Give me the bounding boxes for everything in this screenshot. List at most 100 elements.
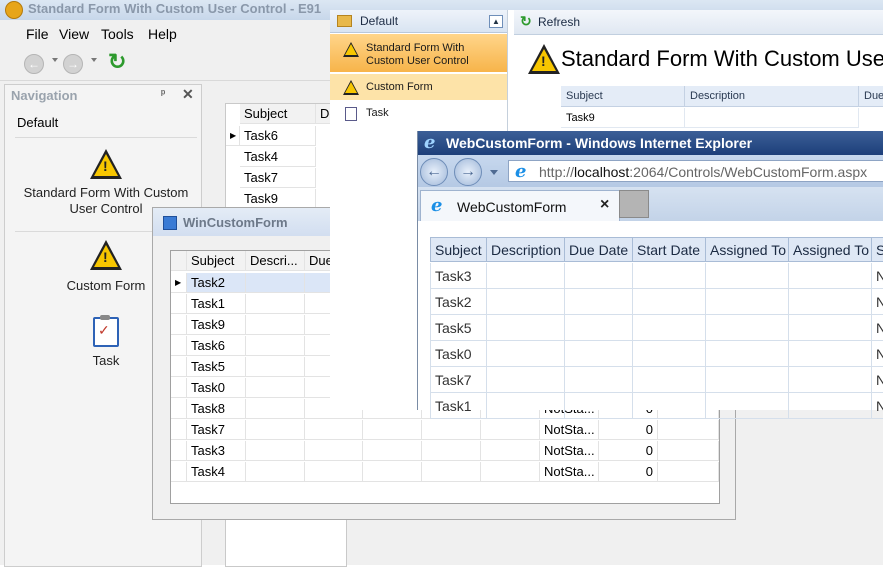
column-header-6[interactable]: S — [872, 237, 883, 262]
web-nav-item-task[interactable]: Task — [330, 102, 507, 128]
table-cell — [789, 367, 872, 393]
forward-arrow-icon[interactable]: → — [454, 158, 482, 186]
column-header-3[interactable]: Start Date — [633, 237, 706, 262]
close-tab-icon[interactable]: × — [600, 196, 609, 214]
column-header-subject[interactable]: Subject — [187, 251, 246, 271]
table-cell[interactable] — [422, 441, 481, 461]
table-row[interactable]: Task7 — [240, 168, 316, 188]
table-row[interactable]: Task6 — [240, 126, 316, 146]
table-cell-status[interactable]: N — [872, 289, 883, 315]
column-header-subject[interactable]: Subject — [561, 86, 685, 107]
table-cell[interactable] — [363, 441, 422, 461]
table-cell[interactable] — [481, 441, 540, 461]
ie-tab-webcustomform[interactable]: e WebCustomForm × — [420, 190, 620, 221]
table-cell-status[interactable]: N — [872, 263, 883, 289]
table-cell-status[interactable]: NotSta... — [540, 441, 599, 461]
column-header-description[interactable]: Description — [685, 86, 859, 107]
table-row[interactable]: Task7 — [187, 420, 246, 440]
table-row[interactable]: Task9 — [561, 108, 685, 128]
table-row[interactable]: Task5 — [430, 315, 487, 341]
table-cell-value[interactable]: 0 — [599, 441, 658, 461]
table-cell[interactable] — [658, 441, 719, 461]
table-cell[interactable] — [305, 462, 363, 482]
table-row[interactable]: Task4 — [240, 147, 316, 167]
column-header-due[interactable]: Due — [859, 86, 883, 107]
table-row[interactable]: Task3 — [187, 441, 246, 461]
table-row[interactable]: Task2 — [430, 289, 487, 315]
table-row[interactable]: Task7 — [430, 367, 487, 393]
column-header-4[interactable]: Assigned To — [706, 237, 789, 262]
forward-arrow-icon[interactable]: → — [63, 54, 83, 74]
table-cell-value[interactable]: 0 — [599, 420, 658, 440]
table-cell-status[interactable]: N — [872, 341, 883, 367]
navigation-group-default[interactable]: Default — [17, 115, 58, 130]
web-nav-item-custom-form[interactable]: Custom Form — [330, 74, 507, 100]
back-arrow-icon[interactable]: ← — [24, 54, 44, 74]
refresh-icon[interactable]: ↻ — [108, 51, 128, 73]
table-cell[interactable] — [246, 357, 305, 377]
table-cell-status[interactable]: NotSta... — [540, 462, 599, 482]
new-tab-button[interactable] — [619, 190, 649, 218]
table-cell[interactable] — [658, 420, 719, 440]
back-arrow-icon[interactable]: ← — [420, 158, 448, 186]
web-nav-item-standard-form[interactable]: Standard Form With Custom User Control — [330, 34, 507, 72]
refresh-icon[interactable]: ↻ — [520, 13, 532, 30]
table-row[interactable]: Task4 — [187, 462, 246, 482]
table-cell[interactable] — [246, 441, 305, 461]
table-cell-status[interactable]: N — [872, 315, 883, 341]
table-cell-status[interactable]: NotSta... — [540, 420, 599, 440]
table-row[interactable]: Task6 — [187, 336, 246, 356]
pin-icon[interactable]: ᵖ — [161, 88, 165, 100]
forward-dropdown-icon[interactable] — [91, 58, 97, 62]
table-cell-status[interactable]: N — [872, 367, 883, 393]
table-cell[interactable] — [246, 378, 305, 398]
column-header-1[interactable]: Description — [487, 237, 565, 262]
column-header-0[interactable]: Subject — [430, 237, 487, 262]
refresh-button[interactable]: Refresh — [538, 15, 580, 29]
table-cell[interactable] — [305, 441, 363, 461]
menu-view[interactable]: View — [59, 26, 89, 42]
table-cell[interactable] — [246, 336, 305, 356]
table-row[interactable]: Task1 — [187, 294, 246, 314]
table-cell[interactable] — [246, 294, 305, 314]
table-cell[interactable] — [246, 315, 305, 335]
table-row[interactable]: Task9 — [240, 189, 316, 209]
table-cell[interactable] — [481, 462, 540, 482]
table-row[interactable]: Task0 — [187, 378, 246, 398]
menu-file[interactable]: File — [26, 26, 49, 42]
table-cell[interactable] — [658, 462, 719, 482]
table-cell-value[interactable]: 0 — [599, 462, 658, 482]
ie-title-bar[interactable]: e WebCustomForm - Windows Internet Explo… — [418, 131, 883, 155]
column-header-description[interactable]: Descri... — [246, 251, 305, 271]
column-header-5[interactable]: Assigned To — [789, 237, 872, 262]
table-cell-status[interactable]: N — [872, 393, 883, 419]
table-cell[interactable] — [363, 462, 422, 482]
table-row[interactable]: Task8 — [187, 399, 246, 419]
ie-tab-bar: e WebCustomForm × — [418, 187, 883, 221]
table-cell[interactable] — [481, 420, 540, 440]
table-cell[interactable] — [305, 420, 363, 440]
table-row[interactable]: Task2 — [187, 273, 246, 293]
table-row[interactable]: Task9 — [187, 315, 246, 335]
history-dropdown-icon[interactable] — [490, 170, 498, 175]
table-cell[interactable] — [422, 420, 481, 440]
web-nav-group-header[interactable]: Default ▲ — [330, 10, 507, 33]
table-cell[interactable] — [246, 462, 305, 482]
table-row[interactable]: Task3 — [430, 263, 487, 289]
table-cell[interactable] — [246, 420, 305, 440]
collapse-icon[interactable]: ▲ — [489, 15, 503, 28]
close-icon[interactable]: ✕ — [182, 86, 194, 103]
column-header-subject[interactable]: Subject — [240, 104, 316, 124]
menu-tools[interactable]: Tools — [101, 26, 134, 42]
back-dropdown-icon[interactable] — [52, 58, 58, 62]
table-row[interactable]: Task0 — [430, 341, 487, 367]
menu-help[interactable]: Help — [148, 26, 177, 42]
url-input[interactable]: e http://localhost:2064/Controls/WebCust… — [508, 160, 883, 182]
table-cell[interactable] — [363, 420, 422, 440]
table-cell[interactable] — [422, 462, 481, 482]
table-cell[interactable] — [246, 399, 305, 419]
table-cell[interactable] — [246, 273, 305, 293]
table-row[interactable]: Task5 — [187, 357, 246, 377]
column-header-2[interactable]: Due Date — [565, 237, 633, 262]
table-row[interactable]: Task1 — [430, 393, 487, 419]
